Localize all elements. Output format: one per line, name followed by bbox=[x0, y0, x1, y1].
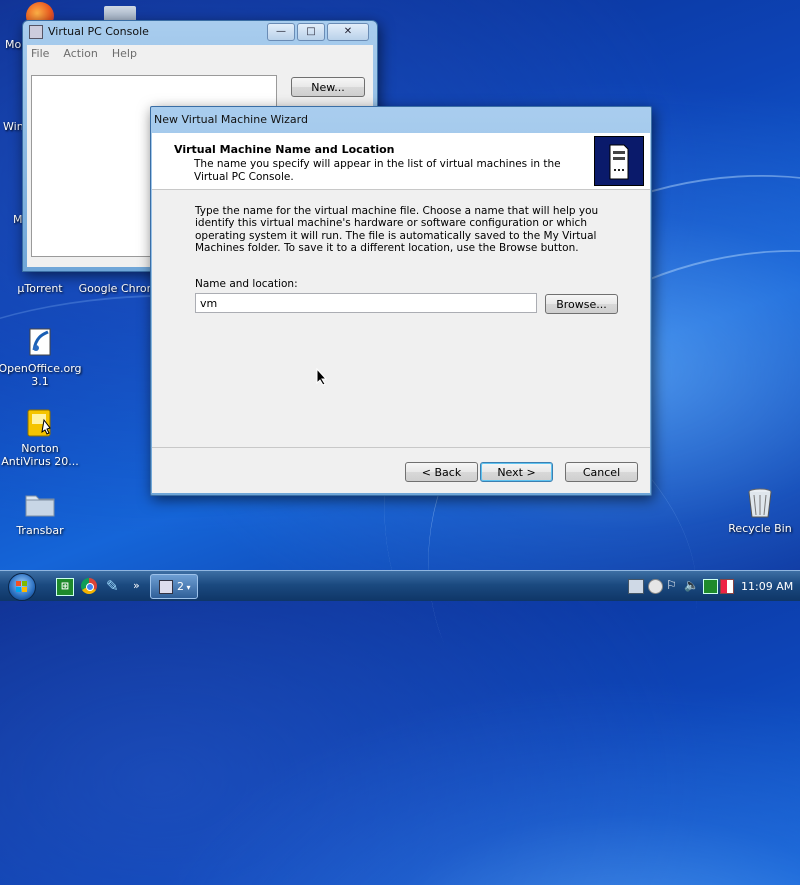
chrome-icon[interactable] bbox=[81, 578, 97, 594]
recycle-bin-icon bbox=[744, 486, 776, 518]
network-icon[interactable]: ⚐ bbox=[666, 578, 680, 593]
volume-icon[interactable]: 🔈 bbox=[684, 577, 699, 593]
desktop-icon-openoffice[interactable]: OpenOffice.org 3.1 bbox=[0, 326, 82, 388]
header-title: Virtual Machine Name and Location bbox=[174, 143, 395, 156]
mouse-cursor-icon bbox=[316, 368, 328, 386]
next-button[interactable]: Next > bbox=[480, 462, 553, 482]
security-icon[interactable] bbox=[720, 579, 734, 594]
desktop-icon-transbar[interactable]: Transbar bbox=[0, 488, 82, 537]
back-button[interactable]: < Back bbox=[405, 462, 478, 482]
desktop-icon-recycle-bin[interactable]: Recycle Bin bbox=[718, 486, 800, 535]
desktop-icon-label: Norton AntiVirus 20... bbox=[1, 442, 79, 468]
menu-action[interactable]: Action bbox=[63, 45, 97, 63]
browse-button[interactable]: Browse... bbox=[545, 294, 618, 314]
name-location-input[interactable] bbox=[195, 293, 537, 313]
desktop-label-partial[interactable]: Win bbox=[3, 120, 24, 133]
console-titlebar[interactable]: Virtual PC Console — □ ✕ bbox=[23, 21, 377, 43]
desktop-icon-label: Transbar bbox=[16, 524, 64, 537]
desktop-icon-chrome[interactable]: Google Chrom bbox=[76, 268, 160, 295]
start-orb-icon[interactable] bbox=[8, 573, 36, 601]
terminal-tray-icon[interactable] bbox=[703, 579, 718, 594]
desktop-label-partial[interactable]: Mo bbox=[5, 38, 21, 51]
norton-icon bbox=[24, 406, 56, 438]
messenger-icon[interactable] bbox=[648, 579, 663, 594]
close-button[interactable]: ✕ bbox=[327, 23, 369, 41]
clock[interactable]: 11:09 AM bbox=[741, 576, 793, 598]
menu-file[interactable]: File bbox=[31, 45, 49, 63]
terminal-icon[interactable]: ⊞ bbox=[56, 578, 74, 596]
window-title: Virtual PC Console bbox=[48, 25, 149, 38]
taskbar-overflow[interactable]: » bbox=[133, 575, 140, 597]
name-location-label: Name and location: bbox=[195, 278, 298, 290]
virtual-pc-icon bbox=[29, 25, 43, 39]
wizard-window[interactable]: New Virtual Machine Wizard Virtual Machi… bbox=[150, 106, 652, 496]
desktop-icon-utorrent[interactable]: µTorrent bbox=[0, 268, 82, 295]
desktop-icon-label: µTorrent bbox=[17, 282, 63, 295]
window-count: 2 bbox=[177, 580, 184, 593]
menu-help[interactable]: Help bbox=[112, 45, 137, 63]
desktop-icon-label: OpenOffice.org 3.1 bbox=[0, 362, 82, 388]
tray-app-icon[interactable] bbox=[628, 579, 644, 594]
openoffice-icon bbox=[24, 326, 56, 358]
new-vm-button[interactable]: New... bbox=[291, 77, 365, 97]
desktop-icon-norton[interactable]: Norton AntiVirus 20... bbox=[0, 406, 82, 468]
cancel-button[interactable]: Cancel bbox=[565, 462, 638, 482]
edit-icon[interactable]: ✎ bbox=[106, 577, 122, 595]
virtual-pc-icon bbox=[159, 580, 173, 594]
minimize-button[interactable]: — bbox=[267, 23, 295, 41]
taskbar-group-virtual-pc[interactable]: 2 ▾ bbox=[150, 574, 198, 599]
wizard-description: Type the name for the virtual machine fi… bbox=[195, 205, 599, 254]
desktop-icon-label: Google Chrom bbox=[78, 282, 158, 295]
menu-bar: File Action Help bbox=[27, 45, 373, 63]
maximize-button[interactable]: □ bbox=[297, 23, 325, 41]
wizard-header: Virtual Machine Name and Location The na… bbox=[152, 133, 650, 190]
server-icon bbox=[594, 136, 644, 186]
folder-icon bbox=[24, 488, 56, 520]
desktop-icon-label: Recycle Bin bbox=[728, 522, 792, 535]
window-title: New Virtual Machine Wizard bbox=[154, 113, 308, 126]
chevron-down-icon: ▾ bbox=[184, 583, 191, 592]
wizard-client: Virtual Machine Name and Location The na… bbox=[152, 133, 650, 493]
header-subtitle: The name you specify will appear in the … bbox=[194, 158, 561, 183]
wizard-titlebar[interactable]: New Virtual Machine Wizard bbox=[151, 107, 651, 133]
button-separator bbox=[152, 447, 650, 448]
taskbar: ⊞ ✎ » 2 ▾ ⚐ 🔈 11:09 AM bbox=[0, 570, 800, 601]
